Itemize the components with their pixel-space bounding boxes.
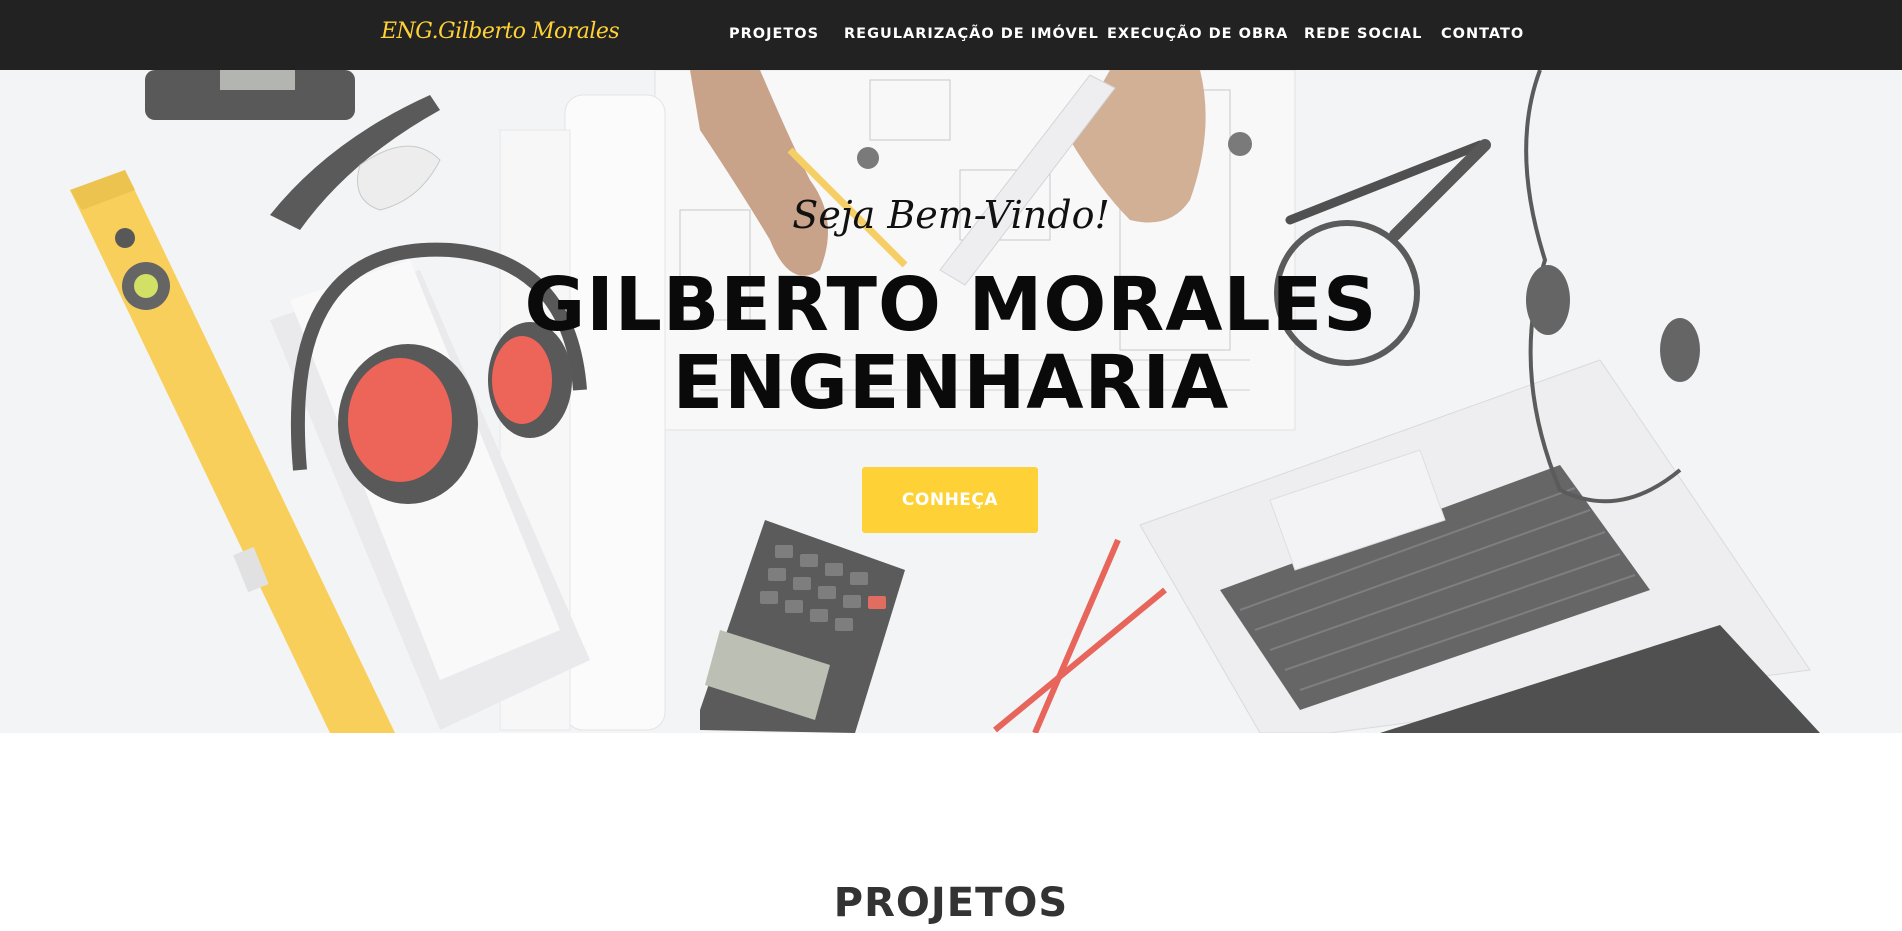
hero-section: Seja Bem-Vindo! GILBERTO MORALES ENGENHA…: [0, 70, 1902, 733]
hero-heading: GILBERTO MORALES ENGENHARIA: [0, 266, 1902, 422]
conheca-button[interactable]: CONHEÇA: [862, 467, 1038, 533]
hero-heading-line-1: GILBERTO MORALES: [524, 262, 1378, 348]
nav-item-projetos[interactable]: PROJETOS: [729, 26, 819, 42]
nav-item-execucao-de-obra[interactable]: EXECUÇÃO DE OBRA: [1107, 26, 1288, 42]
nav-item-rede-social[interactable]: REDE SOCIAL: [1304, 26, 1422, 42]
page: ENG.Gilberto Morales PROJETOS REGULARIZA…: [0, 0, 1902, 931]
hero-heading-line-2: ENGENHARIA: [672, 340, 1230, 426]
hero-lead-text: Seja Bem-Vindo!: [792, 193, 1110, 237]
top-navbar: ENG.Gilberto Morales PROJETOS REGULARIZA…: [0, 0, 1902, 70]
hero-content: Seja Bem-Vindo! GILBERTO MORALES ENGENHA…: [0, 70, 1902, 733]
projects-section-title: PROJETOS: [833, 880, 1069, 926]
nav-item-regularizacao[interactable]: REGULARIZAÇÃO DE IMÓVEL: [844, 26, 1099, 42]
nav-item-contato[interactable]: CONTATO: [1441, 26, 1524, 42]
nav-menu: PROJETOS REGULARIZAÇÃO DE IMÓVEL EXECUÇÃ…: [0, 0, 1902, 70]
